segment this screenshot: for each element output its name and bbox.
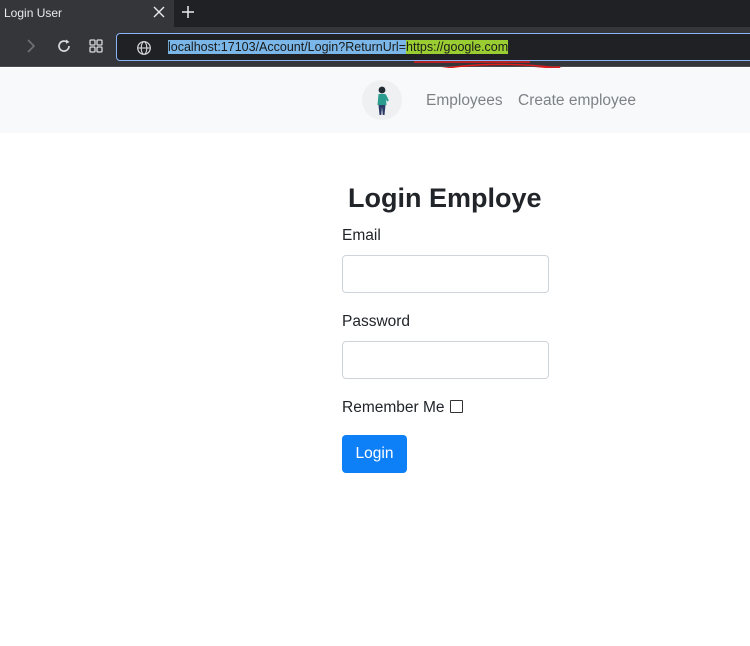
logo-avatar[interactable]	[362, 80, 402, 120]
page-title: Login Employe	[348, 183, 542, 213]
plus-icon[interactable]	[180, 4, 196, 20]
tab-title: Login User	[4, 6, 63, 20]
site-navbar: Employees Create employee	[0, 68, 750, 133]
remember-me-checkbox[interactable]	[450, 400, 463, 413]
url-highlight-path: localhost:17103/Account/Login?ReturnUrl=	[168, 40, 407, 54]
url-highlight-return: https://google.com	[406, 40, 509, 54]
browser-tab[interactable]: Login User	[0, 0, 174, 27]
browser-toolbar: localhost:17103/Account/Login?ReturnUrl=…	[0, 27, 750, 67]
remember-me-label: Remember Me	[342, 399, 445, 416]
tab-strip: Login User	[0, 0, 750, 27]
email-field[interactable]	[342, 255, 549, 293]
url-text: localhost:17103/Account/Login?ReturnUrl=…	[168, 40, 509, 55]
reload-icon[interactable]	[55, 37, 73, 55]
nav-link-employees[interactable]: Employees	[426, 92, 503, 110]
person-icon	[362, 80, 402, 120]
forward-icon[interactable]	[22, 37, 40, 55]
login-button[interactable]: Login	[342, 435, 407, 473]
password-label: Password	[342, 313, 411, 330]
password-field[interactable]	[342, 341, 549, 379]
nav-link-create-employee[interactable]: Create employee	[518, 92, 636, 110]
email-label: Email	[342, 227, 381, 244]
apps-icon[interactable]	[87, 37, 105, 55]
close-icon[interactable]	[152, 5, 166, 19]
globe-icon	[137, 41, 151, 55]
